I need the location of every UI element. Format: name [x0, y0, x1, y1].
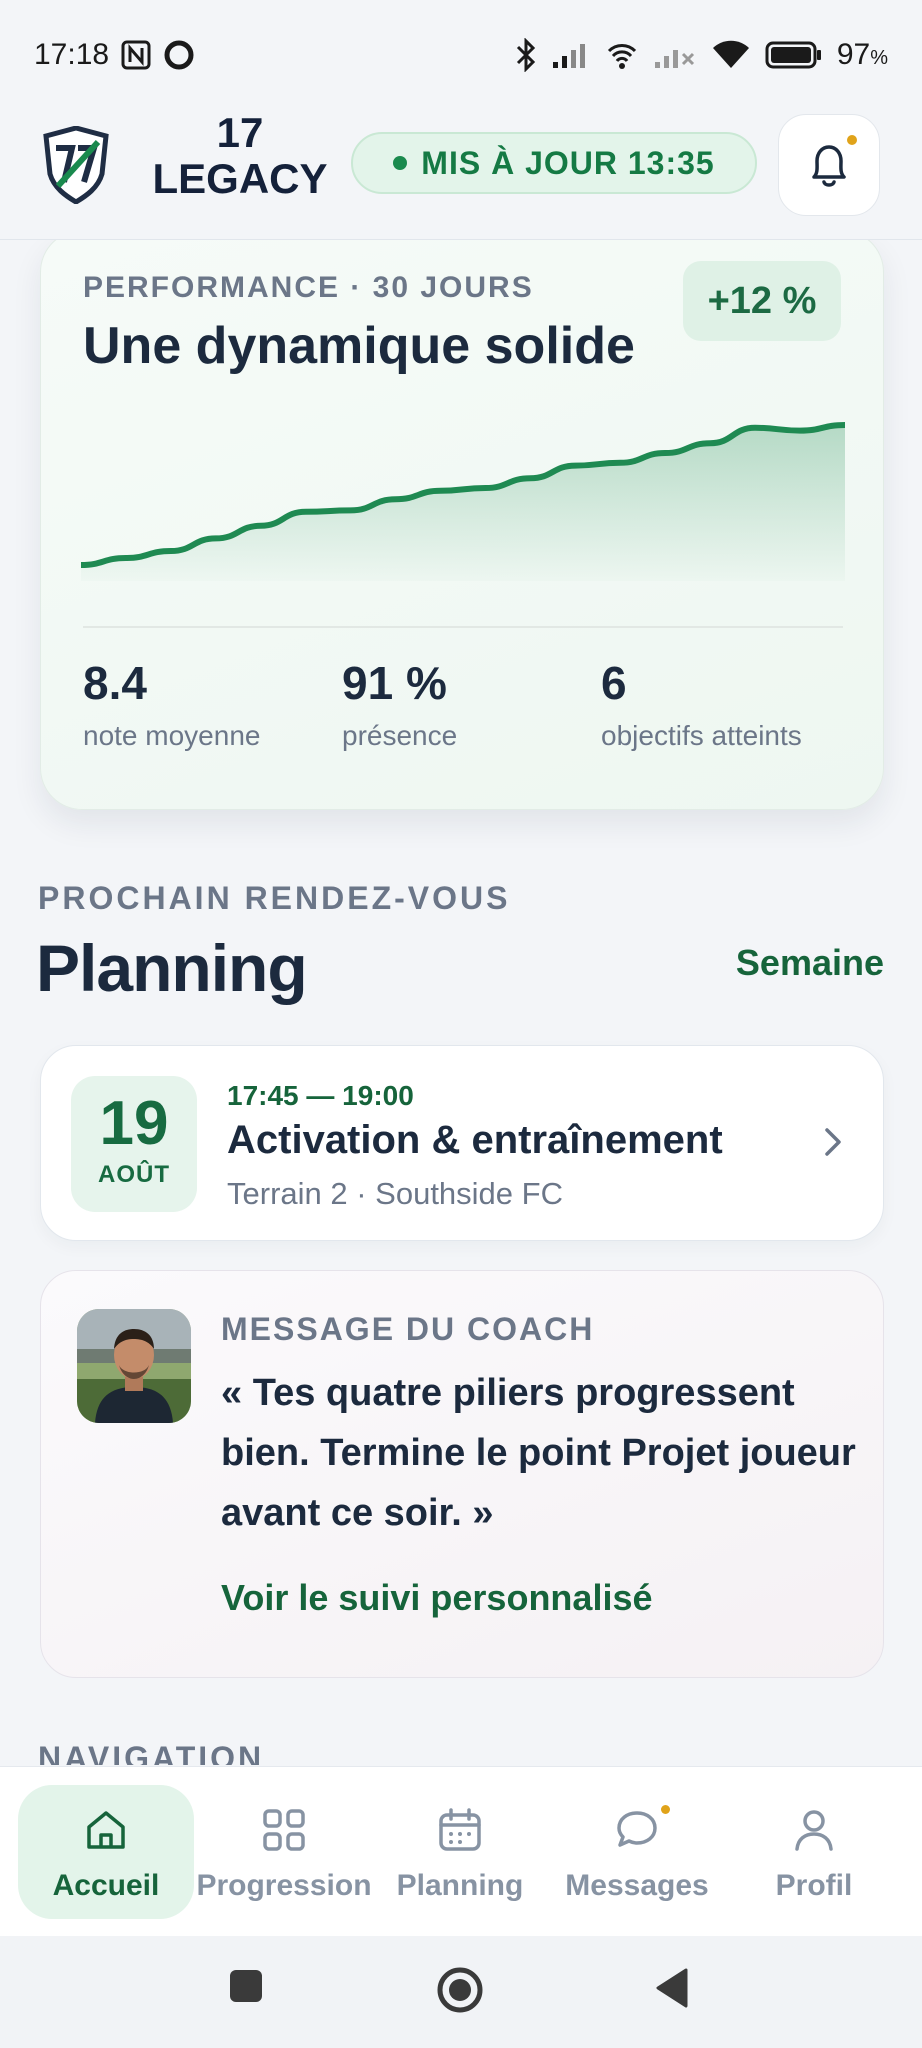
performance-change-badge: +12 % [683, 261, 841, 341]
battery-icon [765, 40, 823, 70]
tab-label: Accueil [52, 1869, 160, 1902]
event-day: 19 [99, 1089, 169, 1158]
notification-badge [847, 135, 857, 145]
home-icon [87, 1811, 125, 1849]
system-navigation-bar [0, 1936, 922, 2048]
stat-goals-achieved: 6 objectifs atteints [601, 657, 802, 751]
personal-tracking-link[interactable]: Voir le suivi personnalisé [221, 1577, 653, 1619]
circle-home-icon [437, 1967, 483, 2013]
stat-attendance: 91 % présence [342, 657, 458, 751]
tab-profile[interactable]: Profil [726, 1785, 902, 1919]
performance-kicker: PERFORMANCE · 30 JOURS [83, 271, 534, 304]
event-location: Terrain 2 · Southside FC [227, 1176, 563, 1211]
back-button[interactable] [652, 1966, 692, 2015]
chevron-right-icon [825, 1128, 841, 1156]
nfc-icon [121, 40, 151, 70]
tab-messages[interactable]: Messages [549, 1785, 725, 1919]
coach-message-card: MESSAGE DU COACH « Tes quatre piliers pr… [40, 1270, 884, 1678]
status-bar: 17:18 97% [0, 0, 922, 110]
event-month: AOÛT [98, 1161, 170, 1188]
stat-average-rating: 8.4 note moyenne [83, 657, 261, 751]
event-time: 17:45 — 19:00 [227, 1080, 414, 1111]
hotspot-icon [605, 39, 639, 71]
user-icon [795, 1810, 833, 1851]
battery-percent: 97% [836, 38, 888, 71]
bottom-navigation: Accueil Progression Planning Messages Pr… [0, 1766, 922, 1936]
planning-kicker: PROCHAIN RENDEZ-VOUS [38, 880, 511, 916]
coach-quote: « Tes quatre piliers progressent bien. T… [221, 1372, 856, 1534]
tab-label: Messages [565, 1869, 709, 1902]
chat-icon [617, 1811, 657, 1847]
trend-area [81, 425, 845, 581]
square-icon [230, 1970, 262, 2002]
update-status-badge: MIS À JOUR 13:35 [351, 132, 757, 194]
recents-button[interactable] [226, 1966, 266, 2011]
brand-name: 17 LEGACY [152, 109, 328, 202]
tab-progression[interactable]: Progression [196, 1785, 372, 1919]
tab-planning[interactable]: Planning [372, 1785, 548, 1919]
signal-no-service-icon [653, 40, 697, 70]
performance-title: Une dynamique solide [83, 317, 635, 375]
tab-label: Profil [775, 1869, 853, 1902]
grid-icon [263, 1809, 305, 1851]
triangle-back-icon [656, 1968, 688, 2008]
bell-icon [812, 145, 846, 187]
performance-trend-chart [81, 422, 845, 581]
notifications-button[interactable] [778, 114, 880, 216]
app-header: 17 LEGACY MIS À JOUR 13:35 [0, 110, 922, 240]
circle-icon [163, 39, 195, 71]
home-button[interactable] [436, 1966, 484, 2019]
event-title: Activation & entraînement [227, 1118, 723, 1162]
status-dot [393, 156, 408, 170]
bluetooth-icon [515, 38, 537, 72]
main-content[interactable]: PERFORMANCE · 30 JOURS Une dynamique sol… [0, 240, 922, 1765]
update-label: MIS À JOUR 13:35 [421, 144, 715, 181]
coach-avatar [77, 1309, 191, 1423]
event-date-tile: 19 AOÛT [71, 1076, 197, 1212]
divider [83, 626, 843, 628]
week-view-link[interactable]: Semaine [736, 942, 884, 984]
coach-message-kicker: MESSAGE DU COACH [221, 1311, 595, 1347]
messages-badge [661, 1805, 670, 1814]
performance-card: PERFORMANCE · 30 JOURS Une dynamique sol… [40, 240, 884, 810]
wifi-icon [711, 40, 751, 70]
shield-logo-icon [40, 125, 112, 205]
next-event-card[interactable]: 19 AOÛT 17:45 — 19:00 Activation & entra… [40, 1045, 884, 1241]
calendar-icon [439, 1808, 481, 1851]
tab-label: Progression [196, 1869, 372, 1902]
tab-home[interactable]: Accueil [18, 1785, 194, 1919]
navigation-kicker: NAVIGATION [38, 1740, 265, 1765]
status-time: 17:18 [34, 38, 110, 71]
signal-icon [551, 40, 591, 70]
planning-title: Planning [36, 931, 308, 1005]
tab-label: Planning [396, 1869, 524, 1902]
